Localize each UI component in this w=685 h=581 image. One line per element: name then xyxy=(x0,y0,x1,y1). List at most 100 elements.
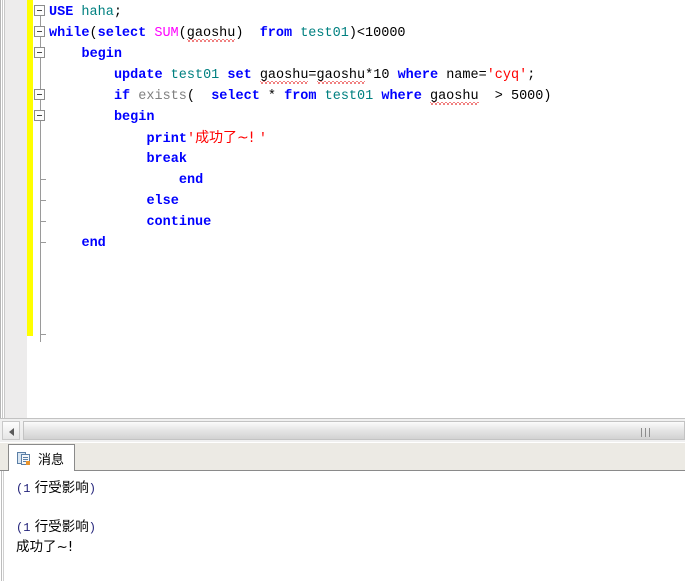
code-token: where xyxy=(397,68,439,83)
message-row-count: (1 xyxy=(16,482,31,496)
editor-gutter[interactable] xyxy=(5,0,27,418)
code-token: continue xyxy=(146,215,212,230)
message-row-text: 行受影响 xyxy=(30,519,89,535)
code-line: continue xyxy=(146,212,211,233)
message-line: (1 行受影响) xyxy=(16,518,676,538)
code-text-area[interactable]: USE haha; while(select SUM(gaoshu) from t… xyxy=(49,0,685,418)
code-token: haha xyxy=(81,5,114,20)
code-token: )<10000 xyxy=(348,26,406,41)
code-token: = xyxy=(478,68,487,83)
message-row-text: 行受影响 xyxy=(30,480,89,496)
code-line: begin xyxy=(114,107,155,128)
code-token: *10 xyxy=(365,68,390,83)
code-token: gaoshu xyxy=(429,89,479,104)
code-line: end xyxy=(81,233,105,254)
code-token: ( xyxy=(178,26,187,41)
code-token: update xyxy=(113,68,163,83)
code-token: from xyxy=(284,89,317,104)
code-token: if xyxy=(113,89,131,104)
code-token: select xyxy=(211,89,260,104)
fold-branch-tick xyxy=(40,200,46,201)
results-pane: 消息 (1 行受影响) (1 行受影响) 成功了~! xyxy=(0,443,685,581)
message-row-paren: ) xyxy=(88,482,96,496)
message-line: (1 行受影响) xyxy=(16,479,676,499)
scroll-left-button[interactable] xyxy=(2,421,20,440)
messages-text: (1 行受影响) (1 行受影响) 成功了~! xyxy=(16,479,676,557)
messages-output-area[interactable]: (1 行受影响) (1 行受影响) 成功了~! xyxy=(0,471,685,581)
code-line: while(select SUM(gaoshu) from test01)<10… xyxy=(49,23,406,44)
fold-branch-tick xyxy=(40,221,46,222)
sql-query-editor[interactable]: USE haha; while(select SUM(gaoshu) from t… xyxy=(0,0,685,418)
code-token: SUM xyxy=(154,26,179,41)
code-token: end xyxy=(81,236,106,251)
code-token: where xyxy=(381,89,422,104)
code-line: end xyxy=(179,170,203,191)
code-token: 成功了~! xyxy=(195,130,259,146)
code-token: set xyxy=(227,68,252,83)
code-token: * xyxy=(259,89,285,104)
message-row-count: (1 xyxy=(16,521,31,535)
code-token: break xyxy=(146,152,187,167)
code-token: gaoshu xyxy=(186,26,236,41)
code-token: test01 xyxy=(170,68,220,83)
editor-left-border-1 xyxy=(0,0,1,418)
code-token: gaoshu xyxy=(316,68,366,83)
code-token: ; xyxy=(113,5,122,20)
scrollbar-grip-icon xyxy=(641,428,651,437)
code-token: ' xyxy=(186,132,196,147)
messages-left-border-1 xyxy=(1,471,2,581)
code-token: while xyxy=(49,26,90,41)
code-token: print xyxy=(146,132,187,147)
code-token: > 5000) xyxy=(478,89,552,104)
code-token: gaoshu xyxy=(259,68,309,83)
code-token: USE xyxy=(49,5,74,20)
code-line: else xyxy=(146,191,178,212)
sql-editor-window: USE haha; while(select SUM(gaoshu) from t… xyxy=(0,0,685,581)
messages-left-border-2 xyxy=(3,471,4,581)
fold-toggle-icon[interactable] xyxy=(34,110,45,121)
message-row-paren: ) xyxy=(88,521,96,535)
code-line: USE haha; xyxy=(49,2,122,23)
editor-horizontal-scrollbar[interactable] xyxy=(0,418,685,442)
code-token: name xyxy=(446,68,479,83)
code-token: exists xyxy=(138,89,187,104)
code-token: ( xyxy=(89,26,98,41)
fold-toggle-icon[interactable] xyxy=(34,26,45,37)
code-token: ( xyxy=(186,89,212,104)
code-token: begin xyxy=(113,110,155,125)
fold-toggle-icon[interactable] xyxy=(34,47,45,58)
code-token: end xyxy=(178,173,204,188)
editor-left-border-2 xyxy=(2,0,3,418)
fold-region-end xyxy=(40,334,46,335)
code-token: 'cyq' xyxy=(486,68,528,83)
messages-document-icon xyxy=(17,451,32,466)
scrollbar-thumb[interactable] xyxy=(23,421,685,440)
code-token: test01 xyxy=(324,89,374,104)
code-folding-column[interactable] xyxy=(33,0,49,418)
fold-toggle-icon[interactable] xyxy=(34,5,45,16)
code-line: print'成功了~! ' xyxy=(146,128,267,149)
results-tab-strip: 消息 xyxy=(0,443,685,471)
fold-branch-tick xyxy=(40,179,46,180)
fold-branch-tick xyxy=(40,242,46,243)
code-line: begin xyxy=(81,44,122,65)
code-token: test01 xyxy=(300,26,349,41)
code-line: if exists( select * from test01 where ga… xyxy=(114,86,552,107)
tab-messages[interactable]: 消息 xyxy=(8,444,76,471)
code-line: break xyxy=(146,149,187,170)
code-line: update test01 set gaoshu=gaoshu*10 where… xyxy=(114,65,535,86)
code-token: from xyxy=(259,26,293,41)
fold-toggle-icon[interactable] xyxy=(34,89,45,100)
fold-guide-line xyxy=(40,10,41,342)
triangle-left-icon xyxy=(9,428,14,436)
code-token: ' xyxy=(258,132,267,147)
